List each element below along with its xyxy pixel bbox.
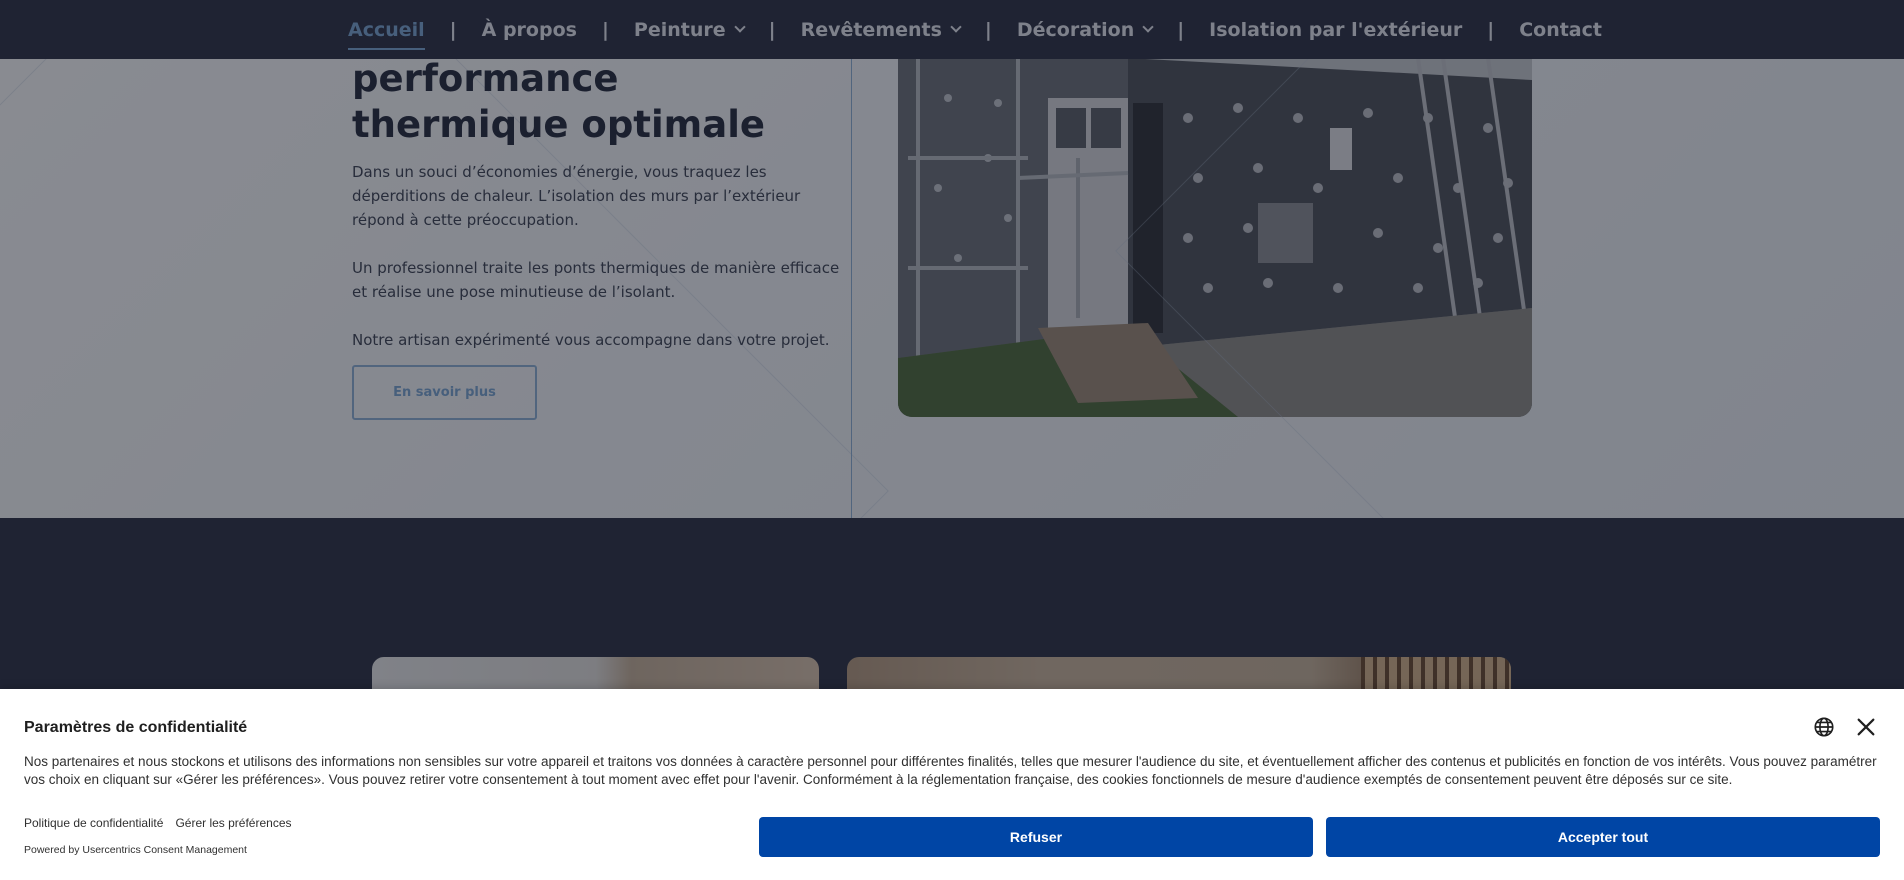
consent-title: Paramètres de confidentialité bbox=[24, 719, 248, 736]
manage-preferences-link[interactable]: Gérer les préférences bbox=[175, 816, 291, 830]
refuse-button[interactable]: Refuser bbox=[759, 817, 1313, 857]
privacy-policy-link[interactable]: Politique de confidentialité bbox=[24, 816, 163, 830]
accept-all-button[interactable]: Accepter tout bbox=[1326, 817, 1880, 857]
consent-description: Nos partenaires et nous stockons et util… bbox=[24, 754, 1877, 787]
page: performance thermique optimale Dans un s… bbox=[0, 0, 1904, 880]
globe-icon[interactable] bbox=[1813, 716, 1835, 738]
consent-banner: Paramètres de confidentialité Nos parten… bbox=[0, 689, 1904, 880]
close-icon[interactable] bbox=[1855, 716, 1877, 738]
powered-by-text: Powered by Usercentrics Consent Manageme… bbox=[24, 844, 247, 856]
consent-links: Politique de confidentialité Gérer les p… bbox=[24, 816, 292, 830]
